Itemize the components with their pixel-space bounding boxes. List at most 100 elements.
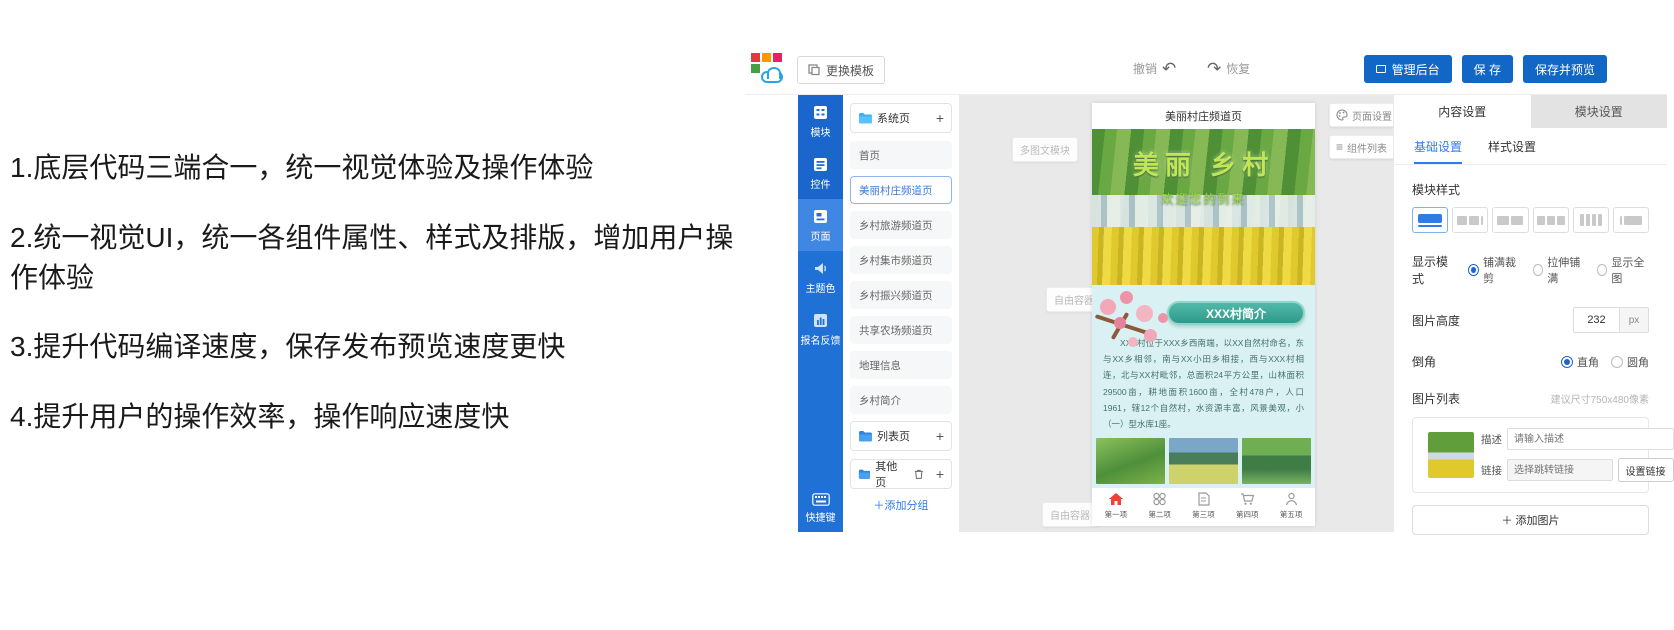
note-line-3: 3.提升代码编译速度，保存发布预览速度更快 <box>10 327 740 367</box>
tab-module-settings[interactable]: 模块设置 <box>1531 95 1668 128</box>
hero-banner-image[interactable]: 美丽 乡村 欢迎您的到来 <box>1092 129 1315 285</box>
radio-round-corner[interactable]: 圆角 <box>1611 354 1649 370</box>
nav-label-1: 第一项 <box>1105 509 1128 520</box>
image-item-thumbnail[interactable] <box>1428 432 1474 478</box>
page-item-village-intro[interactable]: 乡村简介 <box>850 386 952 414</box>
page-item-geo-info[interactable]: 地理信息 <box>850 351 952 379</box>
editor-canvas[interactable]: 多图文模块 自由容器 自由容器 页面设置 ≡ 组件列表 美丽村庄频道页 美丽 乡… <box>960 95 1393 532</box>
page-item-rural-tourism[interactable]: 乡村旅游频道页 <box>850 211 952 239</box>
photo-terraced-fields[interactable] <box>1096 438 1165 484</box>
save-label: 保 存 <box>1474 61 1501 78</box>
style-option-3[interactable] <box>1492 207 1528 233</box>
page-preview[interactable]: 美丽村庄频道页 美丽 乡村 欢迎您的到来 XXX村简介 <box>1092 103 1315 526</box>
page-settings-label: 页面设置 <box>1352 108 1392 123</box>
apps-circles-icon <box>1152 492 1167 506</box>
page-item-beautiful-village[interactable]: 美丽村庄频道页 <box>850 176 952 204</box>
style-option-1-selected[interactable] <box>1412 207 1448 233</box>
redo-icon: ↷ <box>1207 60 1221 77</box>
rail-item-widgets[interactable]: 控件 <box>798 147 843 199</box>
subtab-basic-settings[interactable]: 基础设置 <box>1414 128 1462 164</box>
image-height-label: 图片高度 <box>1412 312 1460 329</box>
page-item-shared-farm[interactable]: 共享农场频道页 <box>850 316 952 344</box>
link-input[interactable] <box>1507 459 1613 481</box>
page-item-home[interactable]: 首页 <box>850 141 952 169</box>
desc-label: 描述 <box>1481 432 1502 447</box>
nav-item-5[interactable]: 第五项 <box>1269 492 1313 520</box>
photo-village[interactable] <box>1242 438 1311 484</box>
display-mode-radios: 铺满裁剪 拉伸铺满 显示全图 <box>1468 254 1649 286</box>
rail-item-pages[interactable]: 页面 <box>798 199 843 251</box>
display-mode-label: 显示模式 <box>1412 253 1454 287</box>
radio-square-corner-label: 直角 <box>1577 354 1599 370</box>
radio-icon <box>1468 264 1479 276</box>
village-intro-section[interactable]: XXX村简介 XXX村位于XXX乡西南端，以XX自然村命名，东与XX乡相邻，南与… <box>1092 285 1315 526</box>
village-intro-pill-button[interactable]: XXX村简介 <box>1167 301 1305 325</box>
add-page-icon[interactable]: + <box>936 111 944 125</box>
radio-show-full[interactable]: 显示全图 <box>1597 254 1649 286</box>
save-button[interactable]: 保 存 <box>1462 55 1513 83</box>
radio-stretch-fill[interactable]: 拉伸铺满 <box>1533 254 1585 286</box>
person-icon <box>1285 492 1298 506</box>
set-link-button[interactable]: 设置链接 <box>1618 458 1674 482</box>
nav-item-2[interactable]: 第二项 <box>1138 492 1182 520</box>
page-settings-button[interactable]: 页面设置 <box>1329 103 1393 127</box>
add-image-button[interactable]: ＋ 添加图片 <box>1412 505 1649 535</box>
add-page-icon[interactable]: + <box>936 467 944 481</box>
style-option-5[interactable] <box>1573 207 1609 233</box>
list-icon: ≡ <box>1336 140 1343 154</box>
change-template-label: 更换模板 <box>826 62 874 79</box>
logo-square-red <box>751 53 760 62</box>
redo-button[interactable]: ↷ 恢复 <box>1207 60 1250 77</box>
page-item-rural-revitalization[interactable]: 乡村振兴频道页 <box>850 281 952 309</box>
image-item-fields: 描述 链接 设置链接 <box>1481 428 1674 482</box>
page-group-system[interactable]: 系统页 + <box>850 103 952 133</box>
undo-button[interactable]: 撤销 ↶ <box>1133 60 1176 77</box>
tab-content-settings[interactable]: 内容设置 <box>1394 95 1531 128</box>
radio-square-corner[interactable]: 直角 <box>1561 354 1599 370</box>
save-preview-button[interactable]: 保存并预览 <box>1523 55 1607 83</box>
style-option-2[interactable] <box>1452 207 1488 233</box>
nav-label-5: 第五项 <box>1280 509 1303 520</box>
page-item-rural-market[interactable]: 乡村集市频道页 <box>850 246 952 274</box>
trash-icon[interactable] <box>914 468 924 480</box>
corner-label: 倒角 <box>1412 353 1436 370</box>
module-tag-multi-image[interactable]: 多图文模块 <box>1012 137 1078 162</box>
hero-subtitle: 欢迎您的到来 <box>1092 190 1315 207</box>
preview-bottom-nav: 第一项 第二项 第三项 第四项 <box>1092 488 1315 526</box>
nav-item-3[interactable]: 第三项 <box>1182 492 1226 520</box>
preview-page-title: 美丽村庄频道页 <box>1092 103 1315 129</box>
settings-panel: 内容设置 模块设置 基础设置 样式设置 模块样式 <box>1393 95 1667 532</box>
photo-mountains[interactable] <box>1169 438 1238 484</box>
nav-item-1[interactable]: 第一项 <box>1094 492 1138 520</box>
style-option-4[interactable] <box>1533 207 1569 233</box>
subtab-style-settings[interactable]: 样式设置 <box>1488 128 1536 164</box>
style-option-6[interactable] <box>1613 207 1649 233</box>
note-line-4: 4.提升用户的操作效率，操作响应速度快 <box>10 397 740 437</box>
image-height-row: 图片高度 px <box>1412 307 1649 333</box>
module-tag-free-container-2[interactable]: 自由容器 <box>1042 502 1098 527</box>
change-template-button[interactable]: 更换模板 <box>797 56 885 84</box>
settings-subtabs: 基础设置 样式设置 <box>1394 128 1667 165</box>
add-page-icon[interactable]: + <box>936 429 944 443</box>
left-nav-rail: 模块 控件 页面 主题色 报名反馈 快捷键 <box>798 95 843 532</box>
rail-item-signup-feedback[interactable]: 报名反馈 <box>798 303 843 355</box>
undo-label: 撤销 <box>1133 60 1157 77</box>
component-list-button[interactable]: ≡ 组件列表 <box>1329 135 1393 159</box>
image-height-input[interactable] <box>1573 307 1619 333</box>
rail-item-modules[interactable]: 模块 <box>798 95 843 147</box>
cart-icon <box>1240 492 1255 506</box>
desc-input[interactable] <box>1507 428 1674 450</box>
theme-color-icon <box>812 260 829 277</box>
link-label: 链接 <box>1481 463 1502 478</box>
folder-icon <box>858 468 870 480</box>
radio-icon <box>1597 264 1608 276</box>
rail-item-shortcuts[interactable]: 快捷键 <box>798 484 843 532</box>
page-group-list[interactable]: 列表页 + <box>850 421 952 451</box>
radio-fill-crop[interactable]: 铺满裁剪 <box>1468 254 1520 286</box>
nav-item-4[interactable]: 第四项 <box>1225 492 1269 520</box>
rail-item-theme-color[interactable]: 主题色 <box>798 251 843 303</box>
admin-backend-button[interactable]: 管理后台 <box>1364 55 1452 83</box>
page-group-other[interactable]: 其他页 + <box>850 459 952 489</box>
rail-label-pages: 页面 <box>811 228 831 243</box>
add-group-button[interactable]: ＋添加分组 <box>850 497 952 513</box>
